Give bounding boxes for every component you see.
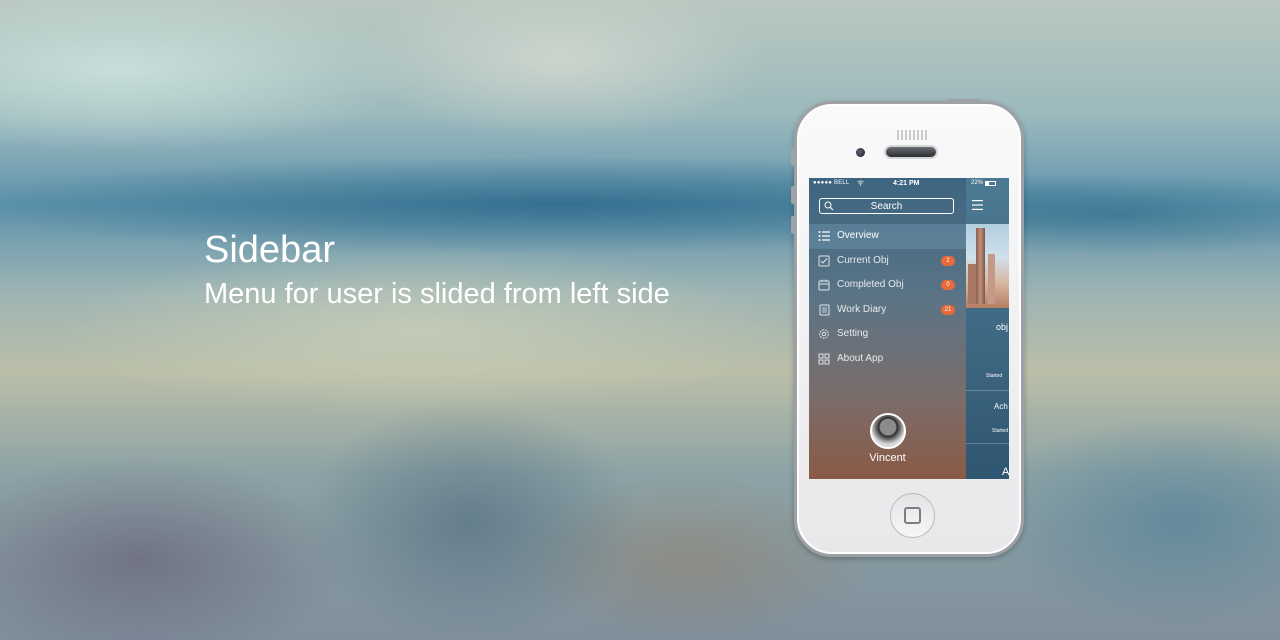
sidebar-item-overview[interactable]: Overview [809, 224, 966, 249]
sidebar-item-label: Setting [837, 328, 869, 339]
objective-status: Started [986, 373, 1003, 379]
wifi-icon [857, 180, 864, 186]
building-shape [968, 264, 976, 304]
main-panel: obj Started Ach Started A [966, 178, 1009, 479]
sidebar-item-current-obj[interactable]: Current Obj 2 [809, 249, 966, 274]
sidebar-drawer: Search Overview Current Obj 2 Completed … [809, 178, 966, 479]
home-button[interactable] [890, 493, 935, 538]
sidebar-item-setting[interactable]: Setting [809, 322, 966, 347]
phone-screen: obj Started Ach Started A Search Overvie… [809, 178, 1009, 479]
hamburger-menu-icon[interactable] [972, 200, 983, 210]
achievement-status: Started [992, 428, 1009, 434]
building-shape [976, 228, 985, 304]
status-bar: ●●●●● BELL 4:21 PM 22% [809, 178, 1009, 190]
mute-switch [791, 148, 795, 166]
sidebar-menu: Overview Current Obj 2 Completed Obj 0 W… [809, 224, 966, 371]
sidebar-item-work-diary[interactable]: Work Diary 21 [809, 298, 966, 323]
sidebar-item-about-app[interactable]: About App [809, 347, 966, 372]
volume-up-button [791, 186, 795, 204]
sidebar-item-label: Completed Obj [837, 279, 904, 290]
sidebar-item-label: About App [837, 352, 884, 364]
count-badge: 0 [941, 280, 955, 290]
search-label: Search [870, 200, 903, 212]
divider [966, 390, 1009, 391]
section-title: A [1002, 466, 1009, 478]
volume-down-button [791, 216, 795, 234]
notebook-icon [819, 304, 830, 315]
battery-percent: 22% [971, 180, 984, 186]
sidebar-item-label: Work Diary [837, 303, 887, 315]
user-name: Vincent [869, 452, 906, 464]
battery-icon [985, 180, 997, 186]
avatar[interactable] [870, 413, 906, 449]
sidebar-item-completed-obj[interactable]: Completed Obj 0 [809, 273, 966, 298]
building-shape [988, 254, 995, 304]
hero-image [966, 224, 1009, 308]
objective-title: obj [996, 322, 1009, 332]
battery-indicator: 22% [971, 180, 997, 186]
speaker-grill [897, 130, 927, 140]
count-badge: 2 [941, 255, 955, 266]
divider [966, 443, 1009, 444]
caption-subtitle: Menu for user is slided from left side [204, 278, 670, 310]
count-badge: 21 [941, 304, 955, 315]
power-button [947, 99, 981, 103]
achievement-title: Ach [994, 402, 1008, 411]
caption: Sidebar Menu for user is slided from lef… [204, 228, 684, 314]
calendar-icon [818, 279, 830, 291]
grid-icon [818, 353, 830, 364]
search-field[interactable]: Search [819, 198, 954, 214]
search-icon [824, 201, 834, 211]
earpiece [886, 147, 936, 157]
list-icon [818, 231, 830, 241]
sidebar-item-label: Current Obj [837, 254, 889, 266]
carrier-label: ●●●●● BELL [813, 180, 850, 186]
clock: 4:21 PM [893, 180, 920, 187]
gear-icon [819, 329, 829, 339]
caption-title: Sidebar [204, 229, 335, 271]
sidebar-item-label: Overview [837, 230, 879, 241]
front-camera [856, 148, 865, 157]
phone-frame: obj Started Ach Started A Search Overvie… [791, 99, 1024, 557]
checklist-icon [818, 255, 830, 266]
home-square-icon [904, 507, 921, 524]
